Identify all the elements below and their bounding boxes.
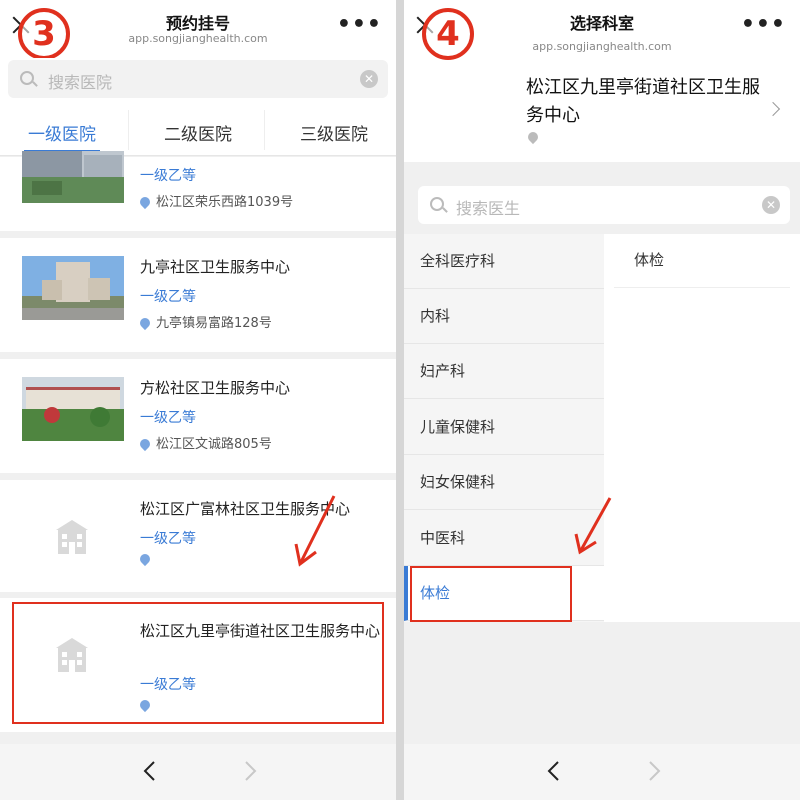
search-bar: 搜索医院 ✕ bbox=[0, 58, 396, 104]
tab-level-1[interactable]: 一级医院 bbox=[28, 120, 96, 145]
location-pin-icon bbox=[137, 315, 153, 331]
location-pin-icon bbox=[137, 194, 153, 210]
hospital-name: 方松社区卫生服务中心 bbox=[140, 379, 291, 397]
more-menu-icon[interactable]: ••• bbox=[741, 12, 786, 37]
hospital-address bbox=[137, 551, 156, 567]
browser-nav-bar bbox=[404, 744, 800, 800]
search-placeholder: 搜索医院 bbox=[48, 73, 113, 92]
search-placeholder: 搜索医生 bbox=[456, 199, 521, 218]
department-item[interactable]: 内科 bbox=[404, 289, 604, 344]
browser-nav-bar bbox=[0, 744, 396, 800]
more-menu-icon[interactable]: ••• bbox=[337, 12, 382, 37]
clear-icon[interactable]: ✕ bbox=[762, 196, 780, 214]
annotation-arrow-icon bbox=[294, 495, 336, 567]
sub-department-list: 体检 bbox=[604, 234, 800, 622]
hospital-name: 九亭社区卫生服务中心 bbox=[140, 258, 291, 276]
search-input[interactable]: 搜索医院 ✕ bbox=[8, 60, 388, 98]
hospital-name: 松江区广富林社区卫生服务中心 bbox=[140, 500, 351, 518]
nav-header: 选择科室 app.songjianghealth.com ••• 4 松江区九里… bbox=[404, 0, 800, 162]
hospital-card[interactable]: 方松社区卫生服务中心 一级乙等 松江区文诚路805号 bbox=[0, 359, 396, 473]
hospital-card[interactable]: 九亭社区卫生服务中心 一级乙等 九亭镇易富路128号 bbox=[0, 238, 396, 352]
location-pin-icon bbox=[137, 551, 153, 567]
search-icon bbox=[430, 197, 444, 211]
tab-divider bbox=[128, 110, 129, 150]
highlight-box bbox=[410, 566, 572, 622]
hospital-photo bbox=[22, 256, 124, 320]
hospital-photo bbox=[22, 151, 124, 203]
tab-level-3[interactable]: 三级医院 bbox=[300, 120, 368, 145]
step-marker: 4 bbox=[422, 8, 474, 60]
location-pin-icon bbox=[525, 129, 541, 145]
hospital-level: 一级乙等 bbox=[140, 168, 196, 184]
doctor-search-input[interactable]: 搜索医生 ✕ bbox=[418, 186, 790, 224]
department-list: 全科医疗科 内科 妇产科 儿童保健科 妇女保健科 中医科 体检 bbox=[404, 234, 604, 622]
hospital-photo bbox=[22, 377, 124, 441]
search-icon bbox=[20, 71, 34, 85]
hospital-level: 一级乙等 bbox=[140, 531, 196, 547]
forward-arrow-icon[interactable] bbox=[640, 758, 666, 784]
forward-arrow-icon[interactable] bbox=[236, 758, 262, 784]
tab-divider bbox=[264, 110, 265, 150]
department-item[interactable]: 全科医疗科 bbox=[404, 234, 604, 289]
hospital-level: 一级乙等 bbox=[140, 410, 196, 426]
hospital-level: 一级乙等 bbox=[140, 289, 196, 305]
building-placeholder-icon bbox=[56, 520, 88, 554]
nav-header: 预约挂号 app.songjianghealth.com ••• 3 bbox=[0, 0, 396, 60]
selected-hospital-name[interactable]: 松江区九里亭街道社区卫生服务中心 bbox=[526, 74, 776, 130]
hospital-card[interactable]: 一级乙等 松江区荣乐西路1039号 bbox=[0, 151, 396, 231]
hospital-address: 松江区荣乐西路1039号 bbox=[137, 191, 293, 210]
hospital-address: 九亭镇易富路128号 bbox=[137, 312, 272, 331]
department-item[interactable]: 妇产科 bbox=[404, 344, 604, 399]
back-arrow-icon[interactable] bbox=[138, 758, 164, 784]
clear-icon[interactable]: ✕ bbox=[360, 70, 378, 88]
back-arrow-icon[interactable] bbox=[542, 758, 568, 784]
panel-divider bbox=[396, 0, 404, 800]
annotation-arrow-icon bbox=[574, 497, 612, 555]
tab-level-2[interactable]: 二级医院 bbox=[164, 120, 232, 145]
location-pin-icon bbox=[137, 436, 153, 452]
hospital-address: 松江区文诚路805号 bbox=[137, 433, 272, 452]
sub-department-item[interactable]: 体检 bbox=[614, 234, 790, 288]
right-screen: 选择科室 app.songjianghealth.com ••• 4 松江区九里… bbox=[404, 0, 800, 800]
left-screen: 预约挂号 app.songjianghealth.com ••• 3 搜索医院 … bbox=[0, 0, 396, 800]
hospital-level-tabs: 一级医院 二级医院 三级医院 bbox=[0, 104, 396, 156]
department-item[interactable]: 儿童保健科 bbox=[404, 400, 604, 455]
step-marker: 3 bbox=[18, 8, 70, 60]
highlight-box bbox=[12, 602, 384, 724]
